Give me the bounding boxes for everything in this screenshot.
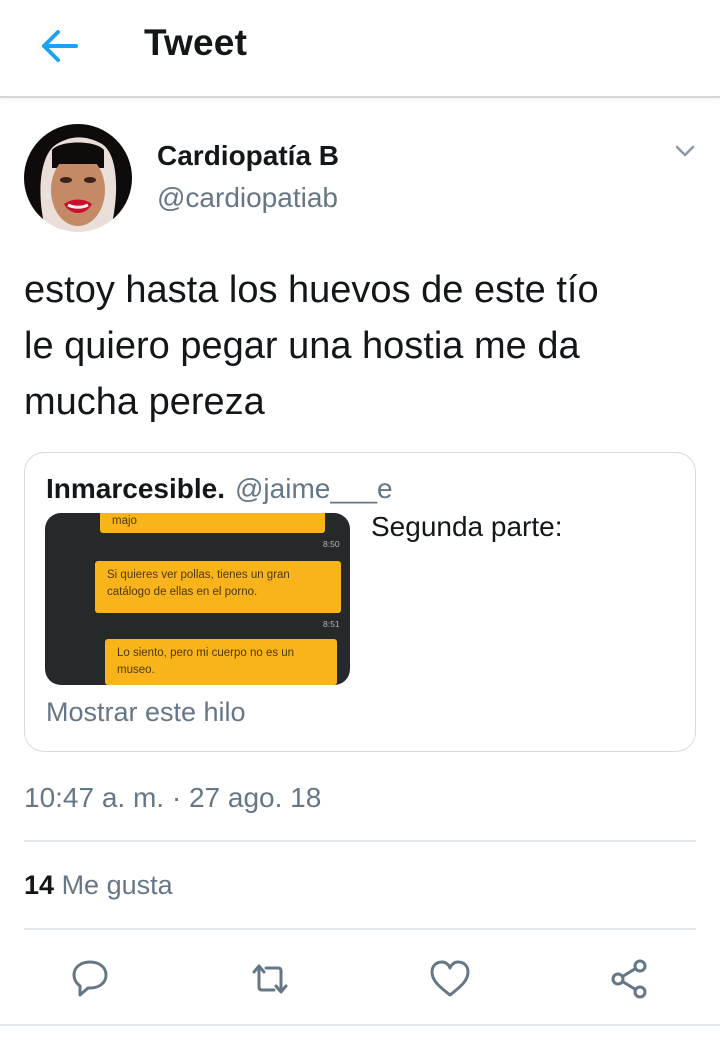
quoted-tweet-text: Segunda parte: — [371, 511, 563, 542]
tweet-menu-button[interactable] — [670, 138, 700, 164]
share-button[interactable] — [606, 955, 654, 1003]
chat-bubble: majo — [100, 513, 325, 533]
likes-number: 14 — [24, 870, 55, 900]
likes-count[interactable]: 14 Me gusta — [24, 870, 173, 901]
avatar[interactable] — [24, 124, 132, 232]
tweet-text-line: estoy hasta los huevos de este tío — [24, 269, 599, 311]
tweet-text-line: mucha pereza — [24, 381, 265, 423]
quoted-author-name: Inmarcesible. — [46, 473, 225, 504]
tweet-text: estoy hasta los huevos de este tío le qu… — [24, 262, 704, 430]
retweet-button[interactable] — [246, 955, 294, 1003]
chat-bubble: Lo siento, pero mi cuerpo no es un museo… — [105, 639, 337, 685]
back-arrow-icon — [42, 30, 78, 62]
divider — [0, 1024, 720, 1026]
like-icon — [430, 960, 470, 997]
share-icon — [611, 959, 647, 999]
top-app-bar: Tweet — [0, 0, 720, 98]
show-thread-link[interactable]: Mostrar este hilo — [46, 697, 246, 728]
quoted-tweet-card[interactable]: Inmarcesible. @jaime___e majo 8:50 Si qu… — [24, 452, 696, 752]
divider — [24, 928, 696, 930]
page-title: Tweet — [144, 22, 248, 63]
quoted-author-handle: @jaime___e — [235, 473, 393, 504]
retweet-icon — [252, 964, 288, 994]
likes-label: Me gusta — [61, 870, 173, 900]
chat-bubble: Si quieres ver pollas, tienes un gran ca… — [95, 561, 341, 613]
tweet-timestamp: 10:47 a. m. · 27 ago. 18 — [24, 782, 322, 813]
chat-timestamp: 8:50 — [323, 539, 340, 549]
author-name[interactable]: Cardiopatía B — [157, 140, 339, 172]
quoted-media-image[interactable]: majo 8:50 Si quieres ver pollas, tienes … — [45, 513, 350, 685]
reply-icon — [72, 960, 108, 997]
reply-button[interactable] — [66, 955, 114, 1003]
chevron-down-icon — [675, 145, 695, 157]
chat-timestamp: 8:51 — [323, 619, 340, 629]
divider — [24, 840, 696, 842]
like-button[interactable] — [426, 955, 474, 1003]
author-handle[interactable]: @cardiopatiab — [157, 182, 338, 214]
back-button[interactable] — [32, 22, 88, 70]
tweet-text-line: le quiero pegar una hostia me da — [24, 325, 580, 367]
